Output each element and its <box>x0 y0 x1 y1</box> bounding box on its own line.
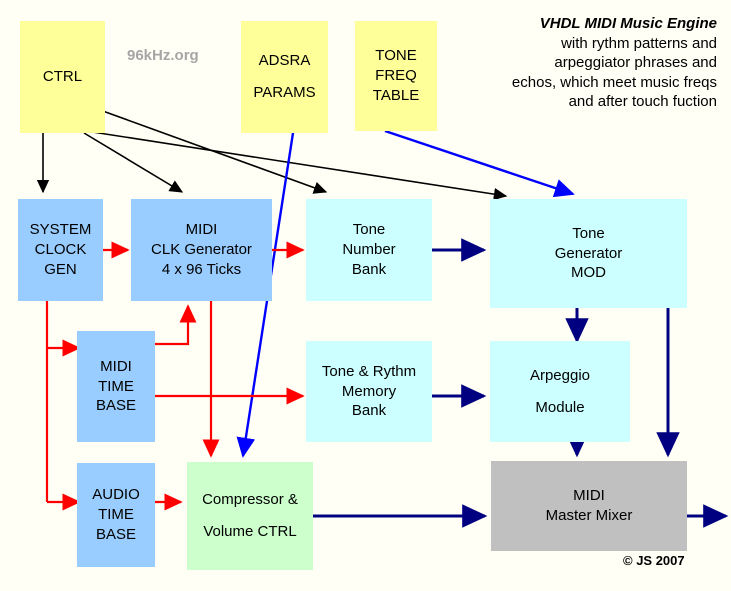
block-midi-master-mixer-line-0: MIDI <box>573 487 605 505</box>
block-system-clock-gen-line-0: SYSTEM <box>29 221 92 239</box>
block-midi-master-mixer-line-1: Master Mixer <box>545 507 633 524</box>
block-tone-rythm-memory-bank-line-2: Bank <box>351 402 387 420</box>
block-audio-time-base[interactable]: AUDIO TIME BASE <box>77 463 155 567</box>
block-midi-clk-generator-line-2: 4 x 96 Ticks <box>161 260 242 278</box>
block-tone-freq-table-line-0: TONE <box>375 47 417 65</box>
block-tone-generator-mod-line-0: Tone <box>572 224 605 242</box>
block-tone-number-bank-line-1: Number <box>342 241 396 259</box>
block-audio-time-base-line-0: AUDIO <box>92 486 140 504</box>
block-audio-time-base-line-1: TIME <box>98 506 134 524</box>
block-compressor-volume-ctrl-line-0: Compressor & <box>202 491 298 509</box>
block-tone-freq-table-line-1: FREQ <box>375 67 417 85</box>
block-ctrl-line-0: CTRL <box>42 68 83 86</box>
wire-ctrl-to-midi-clk-generator <box>83 132 184 193</box>
diagram-title-line-3: and after touch fuction <box>568 93 717 110</box>
block-tone-rythm-memory-bank-line-0: Tone & Rythm <box>321 362 417 380</box>
block-arpeggio-module[interactable]: Arpeggio Module <box>490 341 630 442</box>
diagram-title-line-0: with rythm patterns and <box>561 34 717 52</box>
block-tone-generator-mod[interactable]: Tone Generator MOD <box>490 199 687 308</box>
block-system-clock-gen[interactable]: SYSTEM CLOCK GEN <box>18 199 103 301</box>
wire-midi-time-base-feedback-to-midi-clk <box>155 304 197 346</box>
block-tone-rythm-memory-bank-line-1: Memory <box>341 382 397 400</box>
diagram-title-line-1: arpeggiator phrases and <box>554 54 717 71</box>
block-diagram-canvas: CTRL ADSRA PARAMS TONE FREQ TABLE SYSTEM… <box>0 0 731 591</box>
block-compressor-volume-ctrl-line-1: Volume CTRL <box>203 523 297 540</box>
diagram-title: VHDL MIDI Music Engine with rythm patter… <box>421 14 717 112</box>
copyright-label: © JS 2007 <box>623 553 685 568</box>
block-tone-number-bank[interactable]: Tone Number Bank <box>306 199 432 301</box>
block-adsra-params-line-0: ADSRA <box>258 52 311 70</box>
block-adsra-params[interactable]: ADSRA PARAMS <box>241 21 328 133</box>
block-midi-master-mixer[interactable]: MIDI Master Mixer <box>491 461 687 551</box>
diagram-title-line-2: echos, which meet music freqs <box>511 73 717 91</box>
block-midi-clk-generator-line-0: MIDI <box>185 221 218 239</box>
block-tone-rythm-memory-bank[interactable]: Tone & Rythm Memory Bank <box>306 341 432 442</box>
block-adsra-params-line-1: PARAMS <box>253 84 316 101</box>
block-midi-time-base[interactable]: MIDI TIME BASE <box>77 331 155 442</box>
block-midi-clk-generator-line-1: CLK Generator <box>151 241 252 259</box>
block-system-clock-gen-line-1: CLOCK <box>34 241 87 259</box>
block-tone-freq-table-line-2: TABLE <box>372 86 420 104</box>
block-audio-time-base-line-2: BASE <box>95 525 137 543</box>
block-ctrl[interactable]: CTRL <box>20 21 105 133</box>
wire-ctrl-to-tone-generator-mod <box>85 130 508 201</box>
block-midi-time-base-line-2: BASE <box>95 397 137 415</box>
wire-tone-freq-table-to-tone-generator-mod <box>384 129 575 198</box>
block-midi-clk-generator[interactable]: MIDI CLK Generator 4 x 96 Ticks <box>131 199 272 301</box>
block-arpeggio-module-line-0: Arpeggio <box>529 366 591 384</box>
block-tone-generator-mod-line-2: MOD <box>571 264 606 282</box>
block-tone-generator-mod-line-1: Generator <box>554 244 623 262</box>
block-compressor-volume-ctrl[interactable]: Compressor & Volume CTRL <box>187 462 313 570</box>
block-midi-time-base-line-1: TIME <box>98 377 134 395</box>
diagram-title-main: VHDL MIDI Music Engine <box>539 15 717 32</box>
block-system-clock-gen-line-2: GEN <box>44 260 77 278</box>
block-arpeggio-module-line-1: Module <box>535 398 585 416</box>
block-midi-time-base-line-0: MIDI <box>100 357 132 375</box>
watermark-label: 96kHz.org <box>127 47 199 64</box>
block-tone-number-bank-line-0: Tone <box>352 221 386 239</box>
block-tone-number-bank-line-2: Bank <box>351 260 387 278</box>
